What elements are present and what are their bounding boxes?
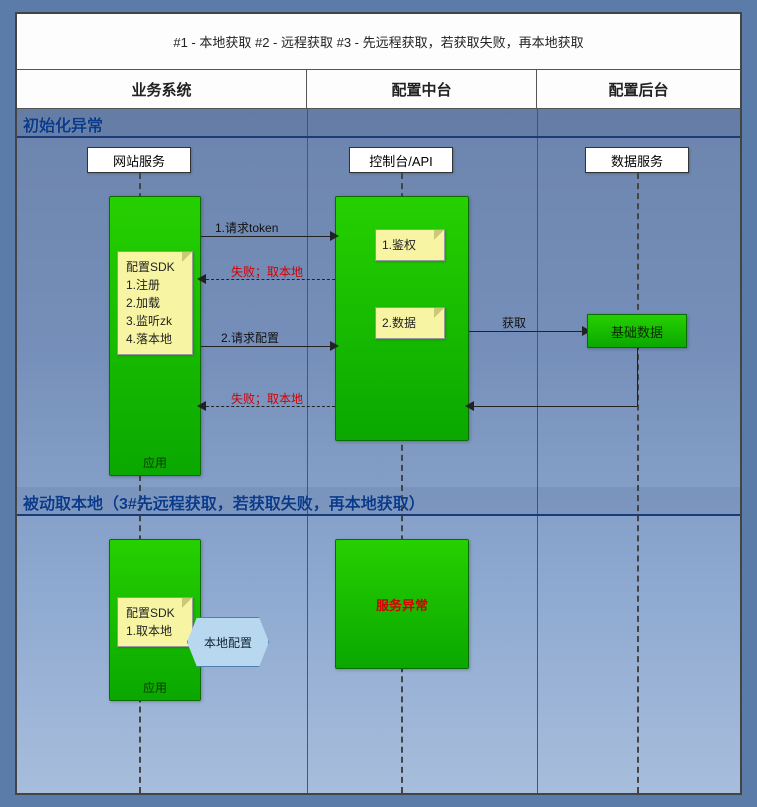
lifeline-head-data: 数据服务 (585, 147, 689, 173)
arrow-label-req-token: 1.请求token (215, 219, 278, 236)
note-auth: 1.鉴权 (375, 229, 445, 261)
section-1-bar (17, 109, 740, 137)
arrow-label-get: 获取 (502, 314, 526, 331)
activation-app-2-label: 应用 (110, 679, 200, 696)
lane-header-row: 业务系统 配置中台 配置后台 (17, 69, 740, 109)
activation-app-1-label: 应用 (110, 454, 200, 471)
lifeline-head-web: 网站服务 (87, 147, 191, 173)
note-sdk-1: 配置SDK 1.注册 2.加载 3.监听zk 4.落本地 (117, 251, 193, 355)
lifeline-head-console: 控制台/API (349, 147, 453, 173)
note-sdk-2: 配置SDK 1.取本地 (117, 597, 193, 647)
arrow-line-req-config (201, 346, 335, 347)
arrowhead-req-config (330, 341, 339, 351)
return-arrowhead (465, 401, 474, 411)
note-sdk-2-item1: 1.取本地 (126, 622, 184, 640)
arrow-line-fail-1 (201, 279, 335, 280)
arrow-label-fail-1: 失败；取本地 (231, 263, 303, 280)
note-sdk-1-item2: 2.加载 (126, 294, 184, 312)
hexagon-local-config: 本地配置 (187, 617, 269, 667)
box-basedata: 基础数据 (587, 314, 687, 348)
return-horz (469, 406, 637, 407)
return-vert (637, 348, 638, 406)
diagram-canvas: #1 - 本地获取 #2 - 远程获取 #3 - 先远程获取，若获取失败，再本地… (15, 12, 742, 795)
section-2-title: 被动取本地（3#先远程获取，若获取失败，再本地获取） (23, 490, 425, 514)
arrow-label-fail-2: 失败；取本地 (231, 390, 303, 407)
lifeline-data (637, 173, 639, 793)
note-sdk-2-title: 配置SDK (126, 604, 184, 622)
lane-separator-1 (307, 109, 308, 793)
arrowhead-fail-2 (197, 401, 206, 411)
lane-header-config-mid: 配置中台 (307, 70, 537, 108)
diagram-body: 初始化异常 网站服务 控制台/API 数据服务 应用 配置SDK 1.注册 2.… (17, 109, 740, 793)
arrow-line-get (469, 331, 587, 332)
note-sdk-1-item3: 3.监听zk (126, 312, 184, 330)
note-sdk-1-title: 配置SDK (126, 258, 184, 276)
lane-header-business: 业务系统 (17, 70, 307, 108)
arrow-line-req-token (201, 236, 335, 237)
note-datastep: 2.数据 (375, 307, 445, 339)
section-2-underline (17, 514, 740, 516)
note-sdk-1-item1: 1.注册 (126, 276, 184, 294)
lane-separator-2 (537, 109, 538, 793)
lane-header-config-back: 配置后台 (537, 70, 740, 108)
arrow-label-req-config: 2.请求配置 (221, 329, 279, 346)
section-1-title: 初始化异常 (23, 112, 103, 136)
arrow-line-fail-2 (201, 406, 335, 407)
diagram-title: #1 - 本地获取 #2 - 远程获取 #3 - 先远程获取，若获取失败，再本地… (17, 14, 740, 69)
arrowhead-req-token (330, 231, 339, 241)
note-sdk-1-item4: 4.落本地 (126, 330, 184, 348)
label-service-error: 服务异常 (335, 595, 469, 614)
section-1-underline (17, 136, 740, 138)
arrowhead-fail-1 (197, 274, 206, 284)
